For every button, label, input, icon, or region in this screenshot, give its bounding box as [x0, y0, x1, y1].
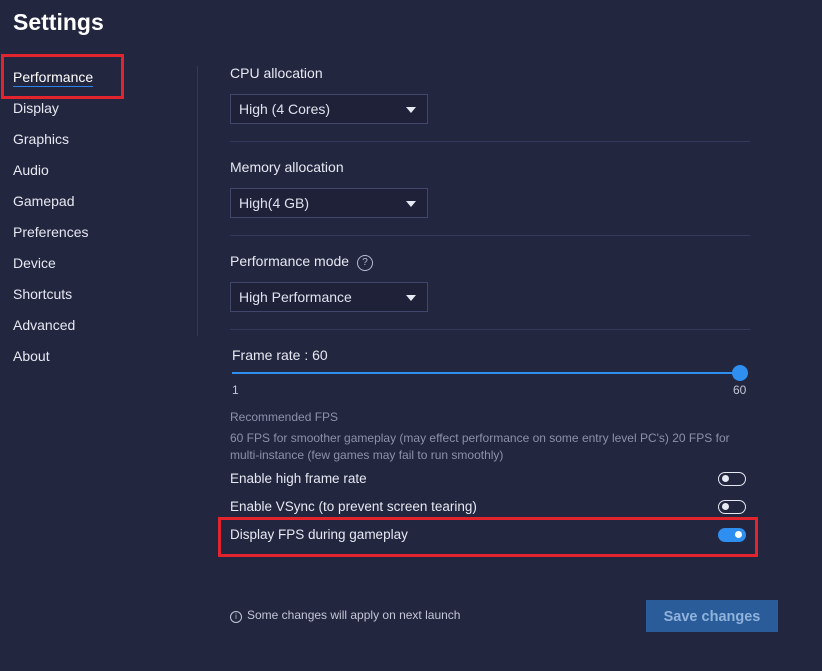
- sidebar-item-gamepad[interactable]: Gamepad: [0, 186, 198, 217]
- page-title: Settings: [13, 9, 104, 35]
- performance-mode-label-row: Performance mode?: [230, 253, 374, 271]
- performance-mode-label: Performance mode: [230, 253, 350, 269]
- sidebar-item-device[interactable]: Device: [0, 248, 198, 279]
- save-changes-button[interactable]: Save changes: [646, 600, 778, 632]
- sidebar-item-shortcuts[interactable]: Shortcuts: [0, 279, 198, 310]
- frame-rate-min-label: 1: [232, 383, 239, 397]
- sidebar-item-about[interactable]: About: [0, 341, 198, 372]
- sidebar-divider: [197, 66, 198, 336]
- dropdown-arrow-icon: [406, 107, 416, 113]
- recommended-fps-body: 60 FPS for smoother gameplay (may effect…: [230, 431, 730, 462]
- high-frame-rate-label: Enable high frame rate: [230, 471, 367, 486]
- help-icon[interactable]: ?: [357, 255, 374, 271]
- restart-note-text: Some changes will apply on next launch: [247, 608, 461, 622]
- sidebar-item-performance[interactable]: Performance: [0, 62, 198, 93]
- dropdown-arrow-icon: [406, 295, 416, 301]
- section-divider: [230, 141, 750, 142]
- vsync-label: Enable VSync (to prevent screen tearing): [230, 499, 477, 514]
- memory-allocation-label: Memory allocation: [230, 159, 344, 175]
- sidebar-item-display[interactable]: Display: [0, 93, 198, 124]
- sidebar-item-preferences[interactable]: Preferences: [0, 217, 198, 248]
- cpu-allocation-label: CPU allocation: [230, 65, 323, 81]
- toggle-knob: [735, 531, 742, 538]
- cpu-allocation-select[interactable]: High (4 Cores): [230, 94, 428, 124]
- vsync-toggle[interactable]: [718, 500, 746, 514]
- high-frame-rate-toggle[interactable]: [718, 472, 746, 486]
- frame-rate-max-label: 60: [733, 383, 747, 397]
- memory-allocation-select[interactable]: High(4 GB): [230, 188, 428, 218]
- toggle-knob: [722, 503, 729, 510]
- frame-rate-slider-track[interactable]: [232, 372, 740, 374]
- info-icon: i: [230, 611, 242, 623]
- sidebar-item-audio[interactable]: Audio: [0, 155, 198, 186]
- dropdown-arrow-icon: [406, 201, 416, 207]
- sidebar-nav: Performance Display Graphics Audio Gamep…: [0, 62, 198, 372]
- display-fps-label: Display FPS during gameplay: [230, 527, 408, 542]
- recommended-fps-title: Recommended FPS: [230, 410, 339, 424]
- toggle-knob: [722, 475, 729, 482]
- frame-rate-slider-thumb[interactable]: [732, 365, 748, 381]
- performance-mode-value: High Performance: [239, 289, 352, 305]
- display-fps-toggle[interactable]: [718, 528, 746, 542]
- section-divider: [230, 235, 750, 236]
- cpu-allocation-value: High (4 Cores): [239, 101, 331, 117]
- performance-mode-select[interactable]: High Performance: [230, 282, 428, 312]
- memory-allocation-value: High(4 GB): [239, 195, 310, 211]
- sidebar-item-advanced[interactable]: Advanced: [0, 310, 198, 341]
- frame-rate-label: Frame rate : 60: [232, 347, 328, 363]
- section-divider: [230, 329, 750, 330]
- restart-note: i Some changes will apply on next launch: [230, 608, 460, 623]
- sidebar-item-graphics[interactable]: Graphics: [0, 124, 198, 155]
